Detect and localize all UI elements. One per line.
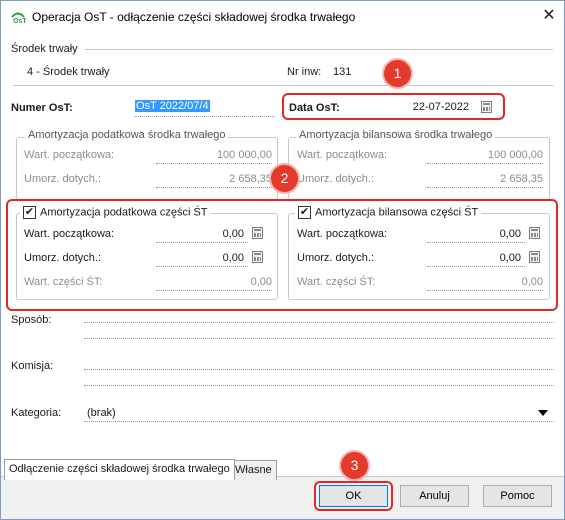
inventory-number-label: Nr inw: (287, 66, 322, 78)
dialog-window: OsT Operacja OsT - odłączenie części skł… (0, 0, 565, 520)
calendar-icon[interactable] (481, 101, 492, 113)
part-balance-group-title: Amortyzacja bilansowa części ŚT (315, 206, 479, 219)
value-underline (156, 163, 272, 164)
asset-name: 4 - Środek trwały (27, 66, 110, 78)
part-balance-value-label: Wart. części ŚT: (297, 276, 376, 288)
calculator-icon[interactable] (252, 251, 263, 263)
part-tax-initial-input[interactable]: 0,00 (161, 228, 244, 240)
part-balance-initial-label: Wart. początkowa: (297, 228, 388, 240)
asset-tax-redemption-label: Umorz. dotych.: (24, 173, 102, 185)
asset-tax-initial-value: 100 000,00 (216, 149, 272, 161)
operation-number-value: OsT 2022/07/4 (135, 100, 210, 112)
committee-label: Komisja: (11, 360, 54, 372)
part-tax-redemption-input[interactable]: 0,00 (161, 252, 244, 264)
committee-line (84, 385, 554, 386)
asset-balance-redemption-label: Umorz. dotych.: (297, 173, 375, 185)
calculator-icon[interactable] (529, 227, 540, 239)
asset-balance-group (288, 137, 550, 200)
part-balance-redemption-input[interactable]: 0,00 (431, 252, 521, 264)
committee-line (84, 369, 554, 370)
calculator-icon[interactable] (529, 251, 540, 263)
operation-number-label: Numer OsT: (11, 102, 73, 114)
value-underline (427, 266, 525, 267)
operation-date-input[interactable]: 22-07-2022 (381, 101, 469, 113)
section-divider (85, 49, 553, 50)
close-icon[interactable]: ✕ (538, 6, 560, 26)
svg-text:OsT: OsT (13, 18, 26, 25)
category-select[interactable] (84, 402, 554, 420)
operation-date-label: Data OsT: (289, 102, 340, 114)
section-divider (13, 85, 554, 86)
part-balance-value: 0,00 (521, 276, 543, 288)
input-underline (135, 116, 275, 117)
asset-balance-initial-value: 100 000,00 (487, 149, 543, 161)
value-underline (156, 187, 272, 188)
part-tax-group-title: Amortyzacja podatkowa części ŚT (40, 206, 208, 219)
asset-tax-redemption-value: 2 658,35 (229, 173, 272, 185)
part-balance-initial-input[interactable]: 0,00 (431, 228, 521, 240)
category-label: Kategoria: (11, 407, 62, 419)
tab-custom[interactable]: Własne (230, 460, 277, 480)
calculator-icon[interactable] (252, 227, 263, 239)
title-bar: OsT Operacja OsT - odłączenie części skł… (1, 1, 564, 32)
step-badge-2: 2 (271, 165, 298, 192)
part-balance-redemption-label: Umorz. dotych.: (297, 252, 375, 264)
method-line (84, 338, 554, 339)
chevron-down-icon[interactable] (538, 410, 548, 416)
asset-tax-group (16, 137, 278, 200)
part-balance-group-title-wrap: ✔ Amortyzacja bilansowa części ŚT (295, 206, 482, 219)
help-button[interactable]: Pomoc (483, 485, 552, 507)
step-badge-3: 3 (341, 452, 368, 479)
ok-button[interactable]: OK (319, 485, 388, 507)
value-underline (156, 242, 248, 243)
part-balance-checkbox[interactable]: ✔ (298, 206, 311, 219)
asset-tax-group-title: Amortyzacja podatkowa środka trwałego (25, 129, 229, 141)
button-bar (1, 476, 564, 519)
value-underline (427, 242, 525, 243)
part-tax-redemption-label: Umorz. dotych.: (24, 252, 102, 264)
operation-number-input[interactable]: OsT 2022/07/4 (135, 100, 210, 112)
asset-section-label: Środek trwały (11, 43, 78, 55)
asset-balance-initial-label: Wart. początkowa: (297, 149, 388, 161)
cancel-button[interactable]: Anuluj (400, 485, 469, 507)
value-underline (156, 266, 248, 267)
app-logo-icon: OsT (11, 12, 26, 25)
part-tax-initial-label: Wart. początkowa: (24, 228, 115, 240)
part-tax-value: 0,00 (250, 276, 272, 288)
step-badge-1: 1 (384, 60, 411, 87)
value-underline (156, 290, 272, 291)
asset-balance-redemption-value: 2 658,35 (500, 173, 543, 185)
asset-balance-group-title: Amortyzacja bilansowa środka trwałego (296, 129, 496, 141)
window-title: Operacja OsT - odłączenie części składow… (32, 10, 356, 24)
inventory-number-value: 131 (333, 66, 352, 78)
category-line (84, 421, 554, 422)
method-label: Sposób: (11, 314, 52, 326)
part-tax-value-label: Wart. części ŚT: (24, 276, 103, 288)
value-underline (427, 290, 543, 291)
category-value: (brak) (87, 407, 116, 419)
dialog-body: Środek trwały 4 - Środek trwały Nr inw: … (1, 32, 564, 519)
part-tax-group-title-wrap: ✔ Amortyzacja podatkowa części ŚT (20, 206, 211, 219)
value-underline (427, 187, 543, 188)
asset-tax-initial-label: Wart. początkowa: (24, 149, 115, 161)
value-underline (427, 163, 543, 164)
tab-detach[interactable]: Odłączenie części składowej środka trwał… (4, 459, 235, 480)
part-tax-checkbox[interactable]: ✔ (23, 206, 36, 219)
